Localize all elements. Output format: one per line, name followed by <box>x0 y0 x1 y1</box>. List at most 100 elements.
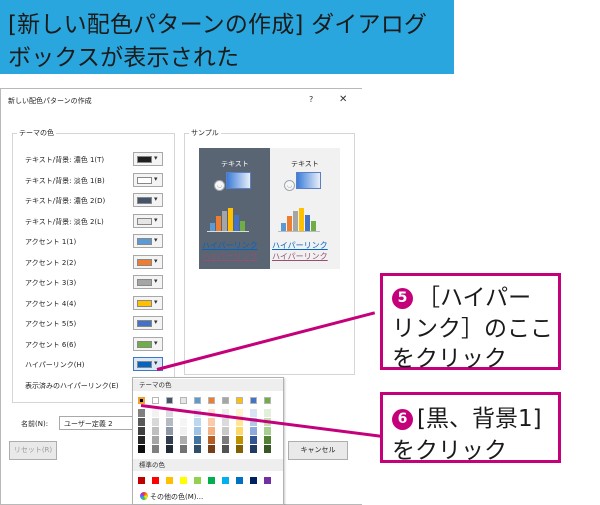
reset-button[interactable]: リセット(R) <box>9 441 57 460</box>
theme-color-cell[interactable] <box>250 397 257 404</box>
standard-color-cell[interactable] <box>166 477 173 484</box>
theme-color-shade-cell[interactable] <box>194 436 201 444</box>
theme-color-shade-cell[interactable] <box>236 427 243 435</box>
theme-color-shade-cell[interactable] <box>208 445 215 453</box>
standard-color-cell[interactable] <box>180 477 187 484</box>
color-picker-button[interactable]: ▾ <box>133 295 163 310</box>
theme-color-shade-cell[interactable] <box>264 445 271 453</box>
callout-5-line2: リンク］のここ <box>392 316 553 342</box>
color-picker-button[interactable]: ▾ <box>133 172 163 187</box>
theme-color-shade-cell[interactable] <box>138 436 145 444</box>
theme-color-cell[interactable] <box>194 397 201 404</box>
theme-color-shade-cell[interactable] <box>194 427 201 435</box>
theme-color-shade-cell[interactable] <box>236 436 243 444</box>
callout-5-line3: をクリック <box>392 346 507 372</box>
name-input[interactable]: ユーザー定義 2 <box>59 416 139 430</box>
sample-link-dark: ハイパーリンク <box>202 241 258 250</box>
theme-color-shade-cell[interactable] <box>166 418 173 426</box>
color-dropdown-popup: テーマの色 標準の色 その他の色(M)... <box>132 377 284 505</box>
theme-color-cell[interactable] <box>264 397 271 404</box>
theme-row-label: テキスト/背景: 淡色 2(L) <box>25 217 104 226</box>
theme-color-shade-cell[interactable] <box>138 409 145 417</box>
theme-color-cell[interactable] <box>152 397 159 404</box>
more-colors-item[interactable]: その他の色(M)... <box>140 492 203 502</box>
theme-color-shade-cell[interactable] <box>166 436 173 444</box>
theme-color-cell[interactable] <box>236 397 243 404</box>
color-picker-button[interactable]: ▾ <box>133 152 163 166</box>
header-banner: [新しい配色パターンの作成] ダイアログ ボックスが表示された <box>0 0 454 74</box>
theme-color-shade-cell[interactable] <box>250 445 257 453</box>
theme-color-shade-cell[interactable] <box>264 409 271 417</box>
theme-color-shade-cell[interactable] <box>264 436 271 444</box>
theme-color-cell[interactable] <box>166 397 173 404</box>
sample-bar-chart-light <box>278 208 327 232</box>
theme-color-shade-cell[interactable] <box>152 436 159 444</box>
theme-color-shade-cell[interactable] <box>152 427 159 435</box>
theme-color-cell[interactable] <box>222 397 229 404</box>
chevron-down-icon: ▾ <box>154 236 158 244</box>
theme-color-shade-cell[interactable] <box>180 436 187 444</box>
theme-color-shade-cell[interactable] <box>166 427 173 435</box>
popup-theme-colors-header: テーマの色 <box>133 379 283 391</box>
color-swatch <box>137 361 152 368</box>
chevron-down-icon: ▾ <box>154 338 158 347</box>
theme-color-shade-cell[interactable] <box>208 418 215 426</box>
color-picker-button[interactable]: ▾ <box>133 316 163 330</box>
theme-color-shade-cell[interactable] <box>208 427 215 435</box>
theme-row-label: アクセント 2(2) <box>25 258 77 267</box>
close-icon[interactable]: ✕ <box>339 94 347 105</box>
theme-color-shade-cell[interactable] <box>166 445 173 453</box>
theme-color-shade-cell[interactable] <box>138 418 145 426</box>
standard-color-cell[interactable] <box>208 477 215 484</box>
theme-color-shade-cell[interactable] <box>208 436 215 444</box>
color-swatch <box>137 176 152 184</box>
theme-color-shade-cell[interactable] <box>152 418 159 426</box>
standard-color-cell[interactable] <box>264 477 271 484</box>
standard-color-cell[interactable] <box>250 477 257 484</box>
theme-color-shade-cell[interactable] <box>222 427 229 435</box>
color-picker-button[interactable]: ▾ <box>133 193 163 207</box>
standard-color-cell[interactable] <box>152 477 159 484</box>
theme-color-shade-cell[interactable] <box>250 427 257 435</box>
callout-5-number: 5 <box>392 288 413 309</box>
color-swatch <box>137 217 152 225</box>
chevron-down-icon: ▾ <box>154 154 158 162</box>
smiley-icon: ◡ <box>214 180 225 191</box>
theme-color-cell[interactable] <box>180 397 187 404</box>
theme-color-shade-cell[interactable] <box>180 418 187 426</box>
theme-color-shade-cell[interactable] <box>236 445 243 453</box>
chevron-down-icon: ▾ <box>154 277 158 285</box>
theme-color-shade-cell[interactable] <box>194 418 201 426</box>
theme-color-shade-cell[interactable] <box>222 418 229 426</box>
standard-color-cell[interactable] <box>194 477 201 484</box>
standard-color-cell[interactable] <box>222 477 229 484</box>
theme-color-shade-cell[interactable] <box>250 409 257 417</box>
standard-color-cell[interactable] <box>138 477 145 484</box>
theme-color-shade-cell[interactable] <box>180 427 187 435</box>
help-button[interactable]: ? <box>309 95 313 104</box>
theme-color-shade-cell[interactable] <box>194 445 201 453</box>
theme-color-cell[interactable] <box>208 397 215 404</box>
theme-color-shade-cell[interactable] <box>222 445 229 453</box>
callout-6-line2: をクリック <box>392 438 507 464</box>
color-picker-button[interactable]: ▾ <box>133 275 163 289</box>
theme-color-shade-cell[interactable] <box>152 409 159 417</box>
color-picker-button[interactable]: ▾ <box>133 234 163 248</box>
chevron-down-icon: ▾ <box>154 215 158 224</box>
theme-color-shade-cell[interactable] <box>264 427 271 435</box>
color-picker-button[interactable]: ▾ <box>133 336 163 351</box>
sample-text-light: テキスト <box>291 160 319 168</box>
cancel-button[interactable]: キャンセル <box>288 441 348 460</box>
theme-color-shade-cell[interactable] <box>180 445 187 453</box>
theme-color-shade-cell[interactable] <box>222 436 229 444</box>
theme-color-cell[interactable] <box>138 397 145 404</box>
more-colors-label: その他の色(M)... <box>150 493 204 501</box>
theme-color-shade-cell[interactable] <box>250 436 257 444</box>
theme-color-shade-cell[interactable] <box>138 427 145 435</box>
color-picker-button[interactable]: ▾ <box>133 254 163 269</box>
name-label: 名前(N): <box>21 420 49 428</box>
standard-color-cell[interactable] <box>236 477 243 484</box>
color-picker-button[interactable]: ▾ <box>133 213 163 228</box>
theme-color-shade-cell[interactable] <box>138 445 145 453</box>
theme-color-shade-cell[interactable] <box>152 445 159 453</box>
